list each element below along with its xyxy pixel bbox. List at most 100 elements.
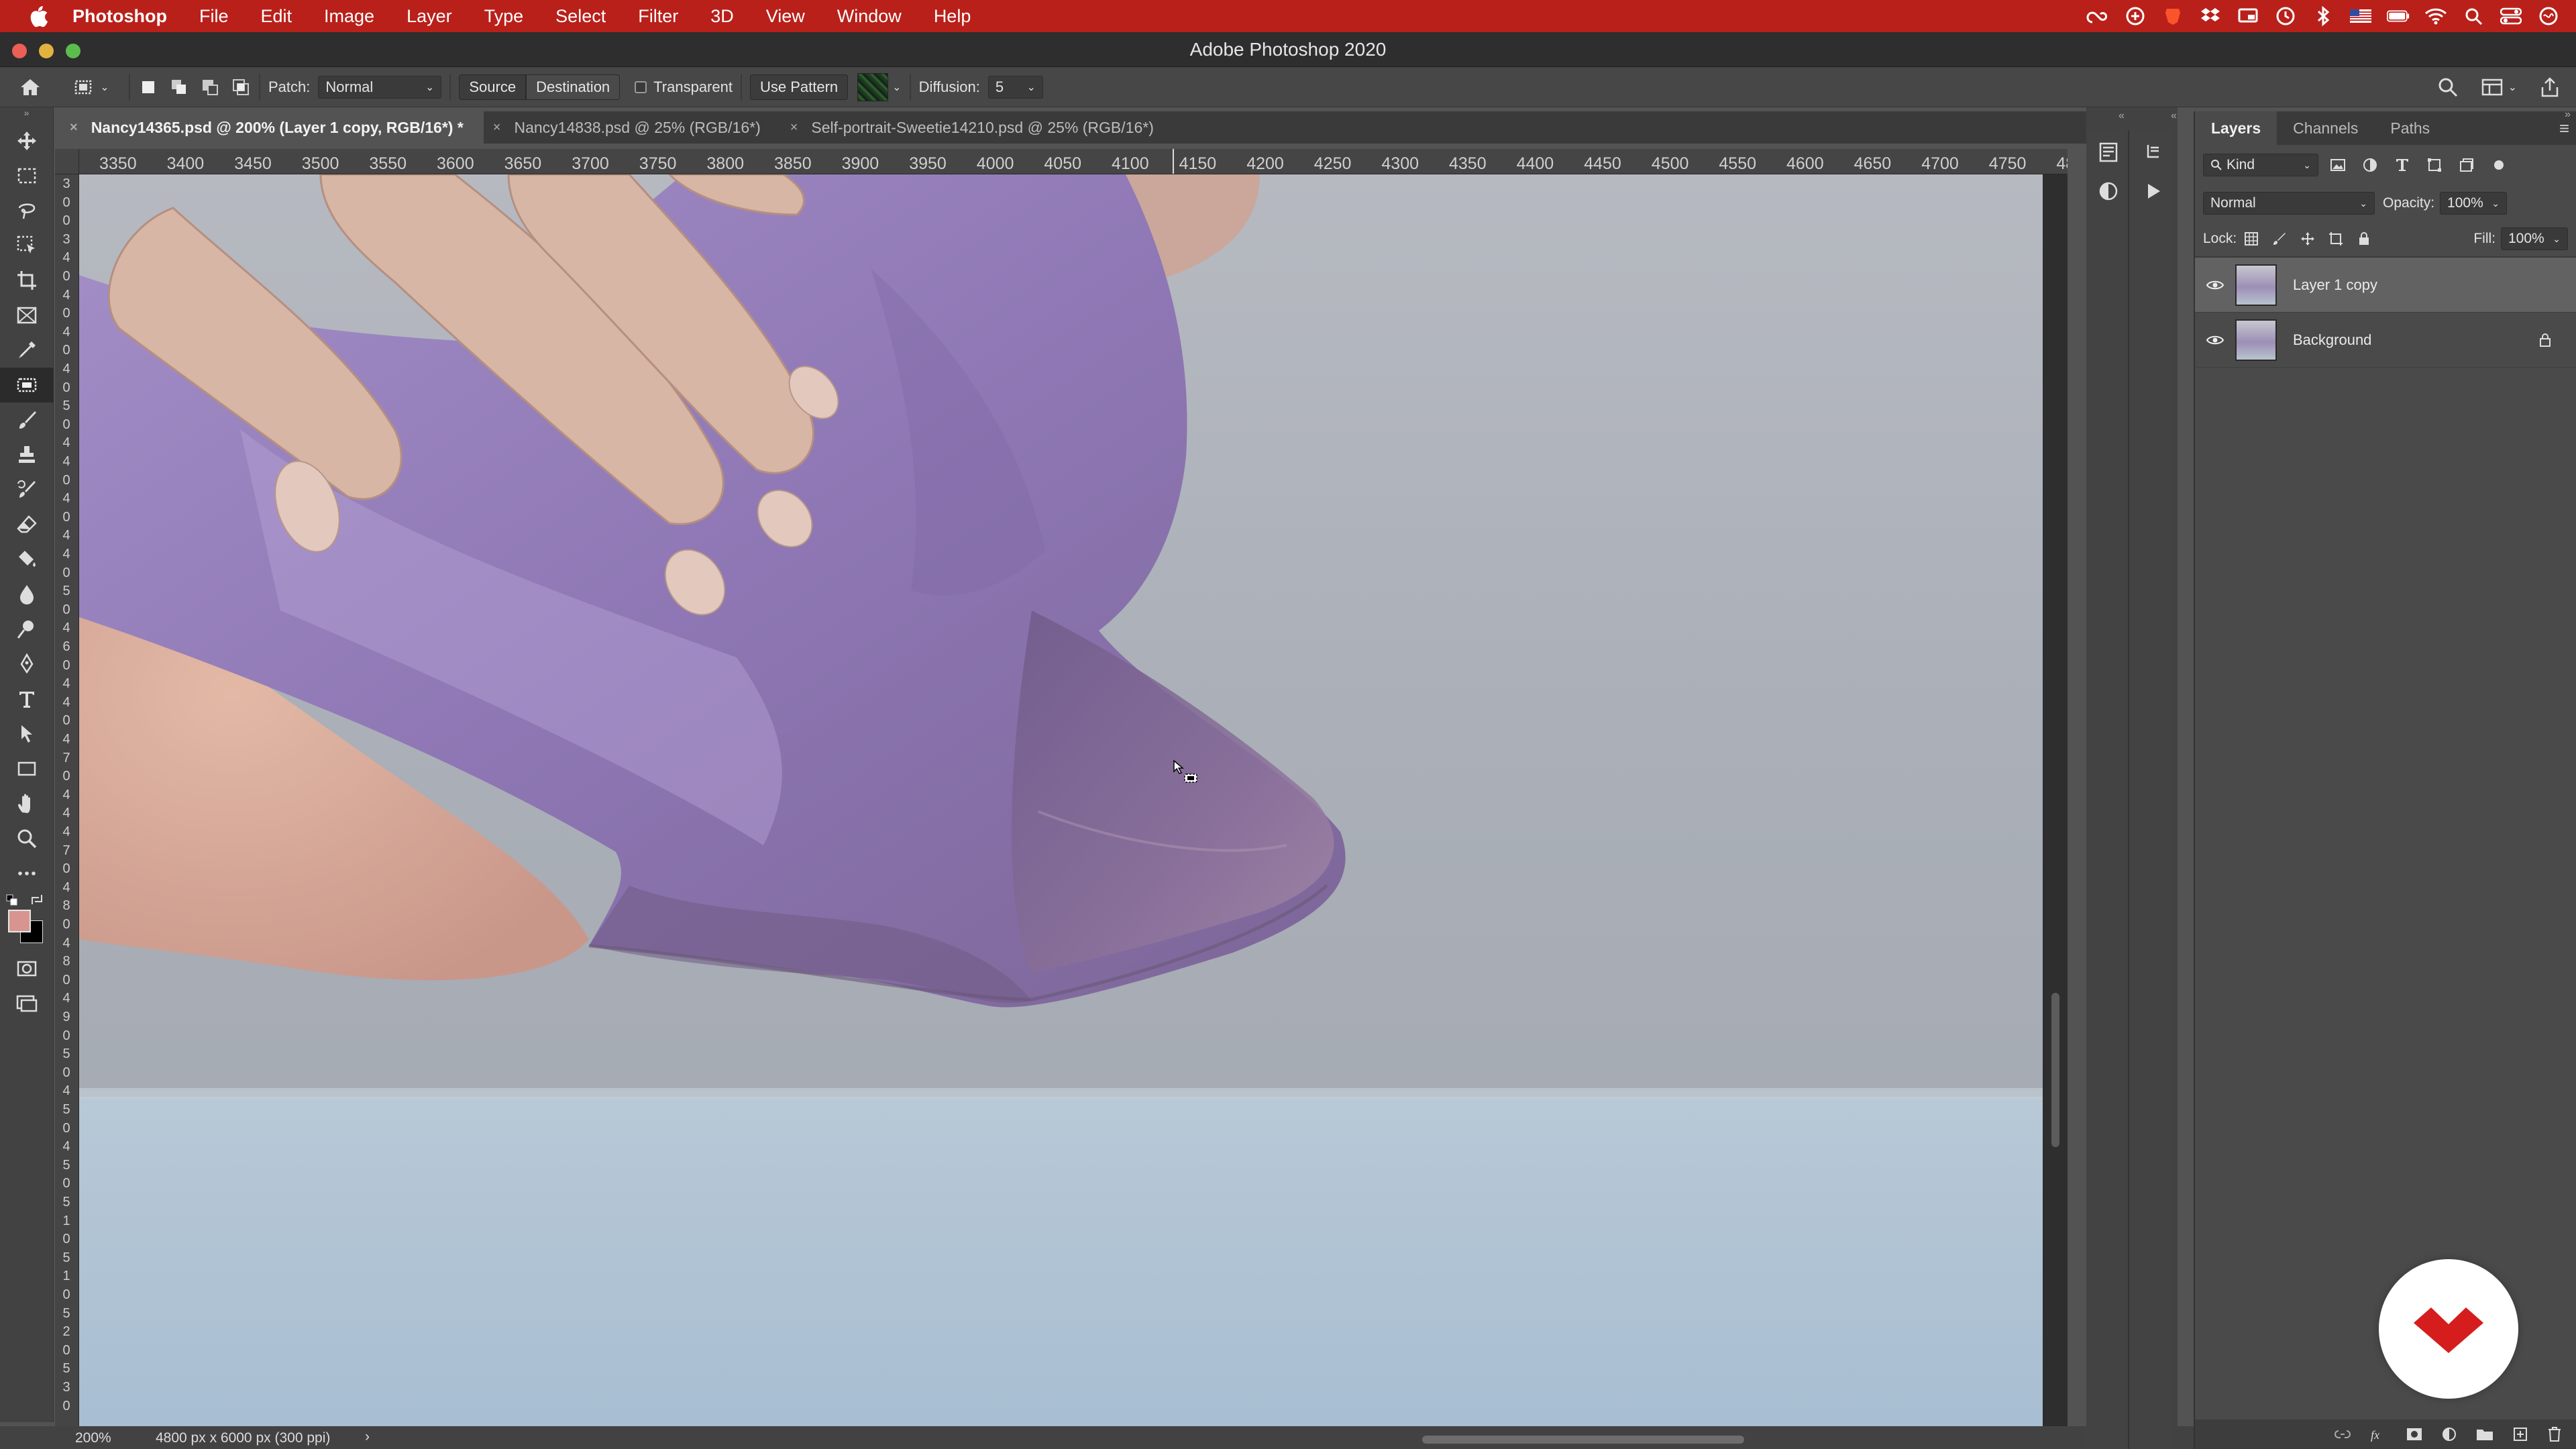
blur-tool[interactable] (0, 577, 54, 612)
history-brush-tool[interactable] (0, 472, 54, 507)
collapse-dock-icon[interactable]: « (2171, 110, 2177, 122)
visibility-eye-icon[interactable] (2195, 334, 2235, 346)
screen-mode-button[interactable] (0, 986, 54, 1021)
move-tool[interactable] (0, 123, 54, 158)
display-icon[interactable] (2237, 5, 2259, 28)
adjustments-panel-icon[interactable] (2097, 180, 2120, 203)
document-tab-active[interactable]: × Nancy14365.psd @ 200% (Layer 1 copy, R… (60, 111, 484, 144)
lock-image-pixels-icon[interactable] (2271, 231, 2288, 247)
patch-mode-dropdown[interactable]: Normal ⌄ (318, 75, 442, 99)
blend-mode-dropdown[interactable]: Normal ⌄ (2203, 192, 2375, 215)
marquee-tool[interactable] (0, 158, 54, 193)
menu-window[interactable]: Window (821, 0, 918, 32)
frame-tool[interactable] (0, 298, 54, 333)
eyedropper-tool[interactable] (0, 333, 54, 368)
eraser-tool[interactable] (0, 507, 54, 542)
intersect-selection-icon[interactable] (231, 77, 251, 97)
new-selection-icon[interactable] (138, 77, 158, 97)
smart-object-filter-icon[interactable] (2458, 156, 2475, 174)
actions-panel-icon[interactable] (2141, 180, 2164, 203)
source-button[interactable]: Source (459, 74, 527, 100)
delete-layer-trash-icon[interactable] (2546, 1426, 2563, 1443)
diffusion-dropdown[interactable]: 5 ⌄ (987, 75, 1043, 99)
layer-row-background[interactable]: Background (2195, 313, 2576, 368)
status-menu-arrow[interactable]: › (365, 1429, 370, 1445)
transparent-checkbox[interactable]: Transparent (635, 78, 733, 96)
swap-colors-icon[interactable] (30, 892, 46, 908)
document-tab[interactable]: × Self-portrait-Sweetie14210.psd @ 25% (… (781, 111, 1174, 144)
new-adjustment-layer-icon[interactable] (2440, 1426, 2458, 1443)
ruler-origin[interactable] (55, 149, 79, 174)
dropbox-icon[interactable] (2199, 5, 2222, 28)
lock-position-icon[interactable] (2300, 231, 2316, 247)
menu-type[interactable]: Type (468, 0, 540, 32)
quick-mask-button[interactable] (0, 951, 54, 986)
opacity-field[interactable]: 100% ⌄ (2440, 192, 2508, 215)
filter-kind-dropdown[interactable]: Kind ⌄ (2203, 154, 2318, 176)
menu-filter[interactable]: Filter (622, 0, 694, 32)
rectangle-tool[interactable] (0, 751, 54, 786)
lock-transparent-pixels-icon[interactable] (2243, 231, 2259, 247)
history-panel-icon[interactable] (2141, 141, 2164, 164)
vertical-scrollbar[interactable] (2043, 174, 2068, 1426)
document-canvas[interactable] (79, 174, 2043, 1426)
horizontal-scrollbar-thumb[interactable] (1422, 1436, 1744, 1444)
layer-name[interactable]: Background (2293, 331, 2371, 349)
destination-button[interactable]: Destination (526, 74, 621, 100)
close-tab-icon[interactable]: × (70, 120, 78, 136)
path-selection-tool[interactable] (0, 716, 54, 751)
dodge-tool[interactable] (0, 612, 54, 647)
close-tab-icon[interactable]: × (493, 120, 501, 136)
properties-panel-icon[interactable] (2097, 141, 2120, 164)
filter-toggle-icon[interactable] (2490, 156, 2508, 174)
layer-style-fx-icon[interactable]: fx (2369, 1426, 2388, 1442)
lock-all-icon[interactable] (2356, 231, 2372, 247)
foreground-color-swatch[interactable] (8, 910, 31, 932)
edit-toolbar-button[interactable] (0, 856, 54, 891)
tab-layers[interactable]: Layers (2195, 111, 2277, 145)
zoom-level[interactable]: 200% (75, 1430, 111, 1446)
type-layer-filter-icon[interactable] (2394, 156, 2411, 174)
add-to-selection-icon[interactable] (169, 77, 189, 97)
vertical-ruler[interactable]: 3 0 0 3 4 0 4 0 4 0 4 0 5 0 4 4 0 4 0 4 4 0 5 0 4 6 0 4 4 0 4 7 0 4 4 4 7 0 4 8… (55, 174, 79, 1426)
tool-preset-picker[interactable]: ⌄ (60, 76, 121, 99)
battery-icon[interactable] (2387, 5, 2410, 28)
pen-tool[interactable] (0, 647, 54, 682)
panel-menu-icon[interactable]: ≡ (2559, 118, 2569, 139)
visibility-eye-icon[interactable] (2195, 279, 2235, 291)
hand-tool[interactable] (0, 786, 54, 821)
collapse-dock-icon[interactable]: « (2118, 110, 2125, 122)
subtract-from-selection-icon[interactable] (200, 77, 220, 97)
menu-layer[interactable]: Layer (390, 0, 468, 32)
type-tool[interactable] (0, 682, 54, 716)
scrollbar-thumb[interactable] (2051, 993, 2059, 1147)
collapse-panel-icon[interactable]: » (2565, 109, 2571, 121)
menu-help[interactable]: Help (918, 0, 987, 32)
share-icon[interactable] (2540, 76, 2560, 98)
collapse-toolbar-icon[interactable]: » (0, 107, 53, 118)
layer-name[interactable]: Layer 1 copy (2293, 276, 2377, 294)
clone-stamp-tool[interactable] (0, 437, 54, 472)
pattern-picker[interactable]: ⌄ (857, 72, 902, 101)
lasso-tool[interactable] (0, 193, 54, 228)
default-colors-icon[interactable] (5, 894, 21, 910)
document-tab[interactable]: × Nancy14838.psd @ 25% (RGB/16*) (484, 111, 781, 144)
creative-cloud-icon[interactable] (2086, 5, 2109, 28)
horizontal-ruler[interactable]: 3350 3400 3450 3500 3550 3600 3650 3700 3750 3800… (79, 149, 2068, 174)
menu-select[interactable]: Select (539, 0, 622, 32)
crop-tool[interactable] (0, 263, 54, 298)
use-pattern-button[interactable]: Use Pattern (749, 74, 849, 100)
lock-artboard-icon[interactable] (2328, 231, 2344, 247)
spotlight-icon[interactable] (2462, 5, 2485, 28)
tab-channels[interactable]: Channels (2277, 111, 2374, 145)
paint-bucket-tool[interactable] (0, 542, 54, 577)
workspace-switcher[interactable]: ⌄ (2481, 78, 2517, 97)
control-center-icon[interactable] (2500, 5, 2522, 28)
menu-file[interactable]: File (183, 0, 245, 32)
siri-icon[interactable] (2537, 5, 2560, 28)
patch-tool-active[interactable] (0, 368, 54, 402)
menu-edit[interactable]: Edit (245, 0, 309, 32)
new-layer-icon[interactable] (2512, 1426, 2529, 1443)
menu-view[interactable]: View (750, 0, 821, 32)
layer-lock-icon[interactable] (2538, 332, 2552, 348)
